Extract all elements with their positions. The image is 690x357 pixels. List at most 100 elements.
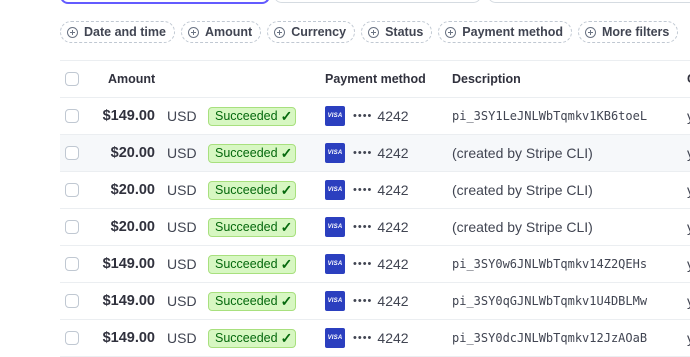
status-cell: Succeeded ✓ <box>208 320 297 356</box>
card-last4: 4242 <box>377 256 409 272</box>
description-text: pi_3SY1LeJNLWbTqmkv1KB6toeL <box>452 109 648 123</box>
status-badge: Succeeded ✓ <box>208 180 297 200</box>
status-badge: Succeeded ✓ <box>208 254 297 274</box>
currency-code: USD <box>167 145 197 161</box>
checkmark-icon: ✓ <box>280 292 293 309</box>
amount-value: $20.00 <box>110 182 155 198</box>
status-badge: Succeeded ✓ <box>208 328 297 348</box>
payment-method-cell: VISA •••• 4242 <box>325 135 409 171</box>
amount-value: $149.00 <box>102 108 155 124</box>
payment-method-cell: VISA •••• 4242 <box>325 98 409 134</box>
table-row[interactable]: $20.00 USD Succeeded ✓ VISA •••• 4242 (created … <box>60 172 690 209</box>
card-last4: 4242 <box>377 145 409 161</box>
filter-label: Payment method <box>462 25 563 39</box>
status-cell: Succeeded ✓ <box>208 209 297 245</box>
filter-label: Status <box>385 25 424 39</box>
filter-payment-method-chip[interactable]: Payment method <box>438 21 572 43</box>
masked-card-dots: •••• <box>353 332 373 344</box>
status-cell: Succeeded ✓ <box>208 98 297 134</box>
tab-selected[interactable] <box>60 0 270 4</box>
filter-more-filters-chip[interactable]: More filters <box>578 21 679 43</box>
table-row[interactable]: $20.00 USD Succeeded ✓ VISA •••• 4242 (created … <box>60 209 690 246</box>
filter-bar: Date and time Amount Currency Status Payment… <box>60 21 679 45</box>
masked-card-dots: •••• <box>353 147 373 159</box>
description-text: pi_3SY0qGJNLWbTqmkv1U4DBLMw <box>452 294 648 308</box>
description-text: pi_3SY0w6JNLWbTqmkv14Z2QEHs <box>452 257 648 271</box>
amount-value: $149.00 <box>102 256 155 272</box>
tab-third[interactable] <box>488 0 690 3</box>
status-label: Succeeded <box>215 257 278 271</box>
add-circle-icon <box>368 26 380 38</box>
status-label: Succeeded <box>215 183 278 197</box>
description-text: (created by Stripe CLI) <box>452 219 593 235</box>
visa-card-icon: VISA <box>325 106 345 126</box>
visa-card-icon: VISA <box>325 143 345 163</box>
description-text: (created by Stripe CLI) <box>452 145 593 161</box>
header-description[interactable]: Description <box>452 61 521 97</box>
card-last4: 4242 <box>377 182 409 198</box>
status-badge: Succeeded ✓ <box>208 106 297 126</box>
status-label: Succeeded <box>215 294 278 308</box>
table-row[interactable]: $149.00 USD Succeeded ✓ VISA •••• 4242 pi_3SY1L… <box>60 98 690 135</box>
currency-code: USD <box>167 256 197 272</box>
tab-second[interactable] <box>274 0 481 3</box>
checkmark-icon: ✓ <box>280 181 293 198</box>
table-row[interactable]: $149.00 USD Succeeded ✓ VISA •••• 4242 pi_3SY0w… <box>60 246 690 283</box>
header-amount[interactable]: Amount <box>108 61 155 97</box>
table-row[interactable]: $20.00 USD Succeeded ✓ VISA •••• 4242 (created … <box>60 135 690 172</box>
amount-value: $20.00 <box>110 219 155 235</box>
currency-code: USD <box>167 330 197 346</box>
status-label: Succeeded <box>215 220 278 234</box>
masked-card-dots: •••• <box>353 221 373 233</box>
payment-method-cell: VISA •••• 4242 <box>325 320 409 356</box>
masked-card-dots: •••• <box>353 258 373 270</box>
table-row[interactable]: $149.00 USD Succeeded ✓ VISA •••• 4242 pi_3SY0d… <box>60 320 690 357</box>
amount-value: $149.00 <box>102 293 155 309</box>
description-text: (created by Stripe CLI) <box>452 182 593 198</box>
add-circle-icon <box>274 26 286 38</box>
status-cell: Succeeded ✓ <box>208 246 297 282</box>
table-row[interactable]: $149.00 USD Succeeded ✓ VISA •••• 4242 pi_3SY0q… <box>60 283 690 320</box>
payment-method-cell: VISA •••• 4242 <box>325 172 409 208</box>
visa-card-icon: VISA <box>325 291 345 311</box>
payment-method-cell: VISA •••• 4242 <box>325 283 409 319</box>
payment-method-cell: VISA •••• 4242 <box>325 246 409 282</box>
status-cell: Succeeded ✓ <box>208 135 297 171</box>
filter-label: Date and time <box>84 25 166 39</box>
currency-code: USD <box>167 182 197 198</box>
card-last4: 4242 <box>377 219 409 235</box>
filter-amount-chip[interactable]: Amount <box>180 21 262 43</box>
status-label: Succeeded <box>215 109 278 123</box>
filter-label: More filters <box>602 25 670 39</box>
status-badge: Succeeded ✓ <box>208 217 297 237</box>
checkmark-icon: ✓ <box>280 107 293 124</box>
masked-card-dots: •••• <box>353 295 373 307</box>
card-last4: 4242 <box>377 108 409 124</box>
currency-code: USD <box>167 293 197 309</box>
amount-value: $20.00 <box>110 145 155 161</box>
status-label: Succeeded <box>215 146 278 160</box>
visa-card-icon: VISA <box>325 217 345 237</box>
add-circle-icon <box>187 26 199 38</box>
header-payment-method[interactable]: Payment method <box>325 61 426 97</box>
filter-date-and-time-chip[interactable]: Date and time <box>60 21 175 43</box>
currency-code: USD <box>167 219 197 235</box>
filter-currency-chip[interactable]: Currency <box>267 21 356 43</box>
status-cell: Succeeded ✓ <box>208 172 297 208</box>
description-text: pi_3SY0dcJNLWbTqmkv12JzAOaB <box>452 331 648 345</box>
status-badge: Succeeded ✓ <box>208 143 297 163</box>
masked-card-dots: •••• <box>353 184 373 196</box>
checkmark-icon: ✓ <box>280 329 293 346</box>
select-all-checkbox[interactable] <box>65 72 79 86</box>
filter-label: Currency <box>291 25 347 39</box>
filter-status-chip[interactable]: Status <box>361 21 433 43</box>
table-body: $149.00 USD Succeeded ✓ VISA •••• 4242 pi_3SY1L… <box>60 98 690 357</box>
checkmark-icon: ✓ <box>280 218 293 235</box>
table-header-row: Amount Payment method Description C <box>60 60 690 98</box>
visa-card-icon: VISA <box>325 180 345 200</box>
status-cell: Succeeded ✓ <box>208 283 297 319</box>
status-label: Succeeded <box>215 331 278 345</box>
payment-method-cell: VISA •••• 4242 <box>325 209 409 245</box>
select-all-cell <box>65 61 79 97</box>
checkmark-icon: ✓ <box>280 144 293 161</box>
